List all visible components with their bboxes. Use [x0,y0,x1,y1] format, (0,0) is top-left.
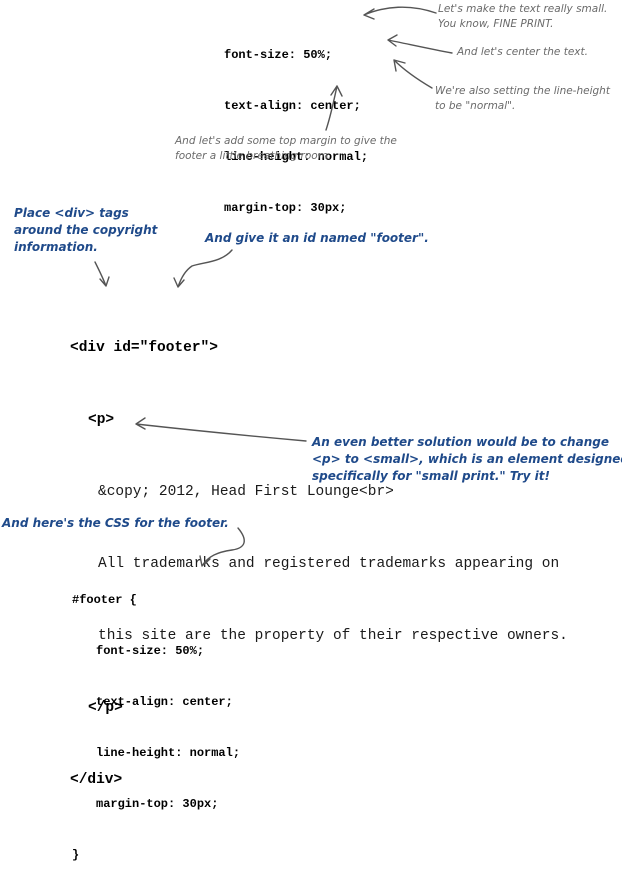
arrow-fine-print [363,6,437,20]
arrow-small-tip [135,417,307,442]
bottom-css-line-margin-top: margin-top: 30px; [96,797,219,811]
arrow-line-height [393,59,433,89]
bottom-css-line-text-align: text-align: center; [96,695,233,709]
arrow-place-div [94,261,110,287]
bottom-css-close: } [72,848,80,862]
arrow-footer-id [173,249,233,288]
arrow-footer-css [199,527,245,567]
annotation-arrows [94,6,453,567]
arrow-top-margin [325,85,343,131]
arrow-center-text [387,34,453,54]
bottom-css-line-line-height: line-height: normal; [96,746,241,760]
